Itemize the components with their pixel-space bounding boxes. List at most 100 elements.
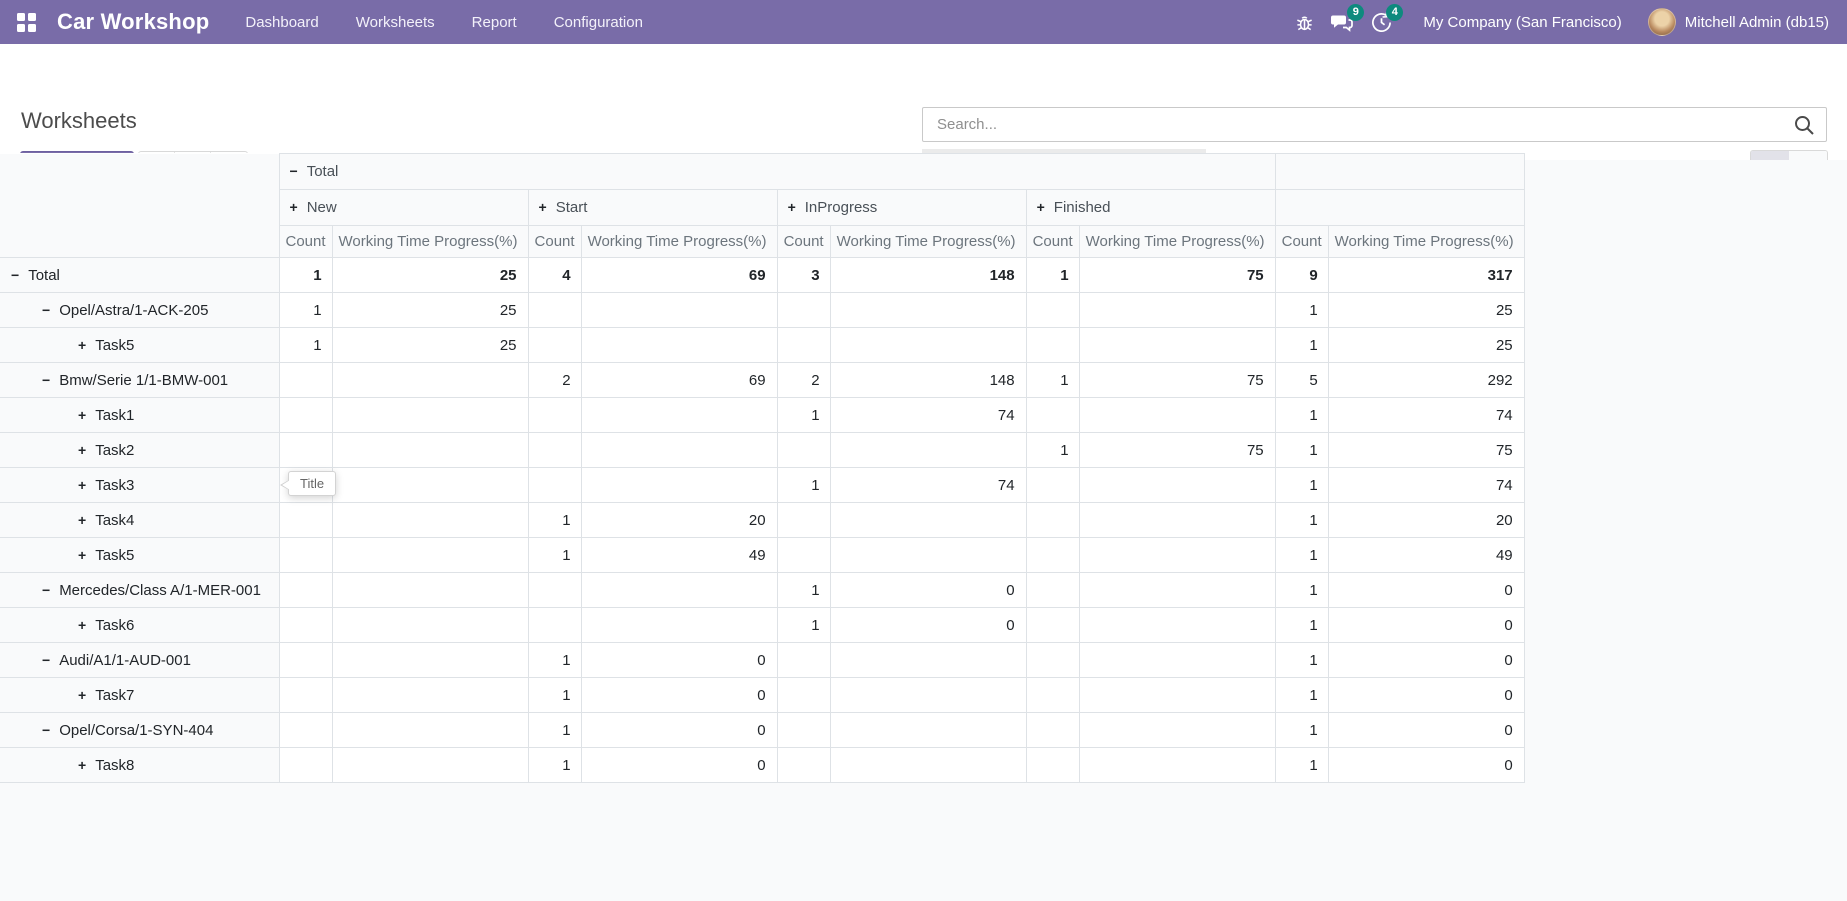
wtp-cell[interactable]: 74: [1328, 398, 1524, 433]
measure-header-working-time-progress[interactable]: Working Time Progress(%): [332, 226, 528, 258]
wtp-cell[interactable]: 75: [1328, 433, 1524, 468]
count-cell[interactable]: 1: [1275, 573, 1328, 608]
row-header[interactable]: +Task7: [0, 678, 279, 713]
count-cell[interactable]: 1: [1026, 363, 1079, 398]
row-header[interactable]: −Opel/Astra/1-ACK-205: [0, 293, 279, 328]
wtp-cell[interactable]: 0: [581, 643, 777, 678]
count-cell[interactable]: 1: [777, 398, 830, 433]
wtp-cell[interactable]: 75: [1079, 258, 1275, 293]
count-cell[interactable]: 1: [1275, 398, 1328, 433]
row-header[interactable]: +Task8: [0, 748, 279, 783]
count-cell[interactable]: 1: [1275, 468, 1328, 503]
wtp-cell[interactable]: 0: [1328, 748, 1524, 783]
company-switcher[interactable]: My Company (San Francisco): [1423, 14, 1621, 31]
menu-item-worksheets[interactable]: Worksheets: [356, 14, 435, 31]
row-header[interactable]: +Task4: [0, 503, 279, 538]
count-cell[interactable]: 4: [528, 258, 581, 293]
row-header[interactable]: +Task5: [0, 328, 279, 363]
wtp-cell[interactable]: 148: [830, 363, 1026, 398]
count-cell[interactable]: 1: [528, 503, 581, 538]
count-cell[interactable]: 1: [1275, 293, 1328, 328]
wtp-cell[interactable]: 0: [830, 573, 1026, 608]
count-cell[interactable]: 1: [1275, 433, 1328, 468]
row-header[interactable]: −Total: [0, 258, 279, 293]
measure-header-working-time-progress[interactable]: Working Time Progress(%): [581, 226, 777, 258]
menu-item-dashboard[interactable]: Dashboard: [245, 14, 318, 31]
measure-header-working-time-progress[interactable]: Working Time Progress(%): [1328, 226, 1524, 258]
count-cell[interactable]: 2: [528, 363, 581, 398]
debug-bug-icon[interactable]: [1295, 13, 1314, 32]
count-cell[interactable]: 1: [1275, 503, 1328, 538]
count-cell[interactable]: 1: [777, 573, 830, 608]
count-cell[interactable]: 1: [1275, 643, 1328, 678]
messages-chat-icon[interactable]: 9: [1330, 11, 1354, 33]
row-header[interactable]: −Bmw/Serie 1/1-BMW-001: [0, 363, 279, 398]
wtp-cell[interactable]: 0: [581, 748, 777, 783]
activities-clock-icon[interactable]: 4: [1370, 11, 1393, 34]
count-cell[interactable]: 1: [279, 293, 332, 328]
count-cell[interactable]: 5: [1275, 363, 1328, 398]
wtp-cell[interactable]: 0: [1328, 713, 1524, 748]
wtp-cell[interactable]: 74: [830, 398, 1026, 433]
wtp-cell[interactable]: 25: [1328, 328, 1524, 363]
count-cell[interactable]: 2: [777, 363, 830, 398]
wtp-cell[interactable]: 0: [1328, 678, 1524, 713]
apps-grid-icon[interactable]: [17, 13, 36, 32]
count-cell[interactable]: 3: [777, 258, 830, 293]
count-cell[interactable]: 1: [1026, 258, 1079, 293]
measure-header-count[interactable]: Count: [1275, 226, 1328, 258]
wtp-cell[interactable]: 25: [332, 328, 528, 363]
col-group-start[interactable]: +Start: [528, 190, 777, 226]
wtp-cell[interactable]: 20: [1328, 503, 1524, 538]
wtp-cell[interactable]: 317: [1328, 258, 1524, 293]
app-title[interactable]: Car Workshop: [57, 9, 209, 35]
wtp-cell[interactable]: 148: [830, 258, 1026, 293]
row-header[interactable]: +Task2: [0, 433, 279, 468]
col-header-total[interactable]: −Total: [279, 154, 1275, 190]
wtp-cell[interactable]: 25: [1328, 293, 1524, 328]
count-cell[interactable]: 1: [528, 643, 581, 678]
menu-item-configuration[interactable]: Configuration: [554, 14, 643, 31]
row-header[interactable]: +Task6: [0, 608, 279, 643]
col-group-inprogress[interactable]: +InProgress: [777, 190, 1026, 226]
wtp-cell[interactable]: 25: [332, 258, 528, 293]
measure-header-working-time-progress[interactable]: Working Time Progress(%): [1079, 226, 1275, 258]
count-cell[interactable]: 1: [528, 713, 581, 748]
wtp-cell[interactable]: 49: [1328, 538, 1524, 573]
wtp-cell[interactable]: 0: [1328, 573, 1524, 608]
user-menu[interactable]: Mitchell Admin (db15): [1685, 14, 1829, 31]
measure-header-working-time-progress[interactable]: Working Time Progress(%): [830, 226, 1026, 258]
count-cell[interactable]: 1: [528, 678, 581, 713]
count-cell[interactable]: 1: [1275, 678, 1328, 713]
search-input[interactable]: [922, 107, 1827, 142]
row-header[interactable]: −Audi/A1/1-AUD-001: [0, 643, 279, 678]
wtp-cell[interactable]: 292: [1328, 363, 1524, 398]
count-cell[interactable]: 9: [1275, 258, 1328, 293]
count-cell[interactable]: 1: [528, 748, 581, 783]
wtp-cell[interactable]: 74: [1328, 468, 1524, 503]
count-cell[interactable]: 1: [1275, 328, 1328, 363]
row-header[interactable]: −Opel/Corsa/1-SYN-404: [0, 713, 279, 748]
avatar[interactable]: [1648, 8, 1676, 36]
wtp-cell[interactable]: 0: [581, 678, 777, 713]
count-cell[interactable]: 1: [528, 538, 581, 573]
count-cell[interactable]: 1: [777, 608, 830, 643]
wtp-cell[interactable]: 0: [1328, 643, 1524, 678]
count-cell[interactable]: 1: [1275, 748, 1328, 783]
count-cell[interactable]: 1: [777, 468, 830, 503]
wtp-cell[interactable]: 0: [581, 713, 777, 748]
row-header[interactable]: +Task5: [0, 538, 279, 573]
count-cell[interactable]: 1: [1275, 608, 1328, 643]
count-cell[interactable]: 1: [1275, 713, 1328, 748]
measure-header-count[interactable]: Count: [1026, 226, 1079, 258]
search-icon[interactable]: [1793, 114, 1815, 141]
wtp-cell[interactable]: 75: [1079, 363, 1275, 398]
count-cell[interactable]: 1: [1026, 433, 1079, 468]
count-cell[interactable]: 1: [1275, 538, 1328, 573]
wtp-cell[interactable]: 69: [581, 258, 777, 293]
row-header[interactable]: +Task3: [0, 468, 279, 503]
count-cell[interactable]: 1: [279, 258, 332, 293]
row-header[interactable]: +Task1: [0, 398, 279, 433]
wtp-cell[interactable]: 0: [830, 608, 1026, 643]
menu-item-report[interactable]: Report: [472, 14, 517, 31]
